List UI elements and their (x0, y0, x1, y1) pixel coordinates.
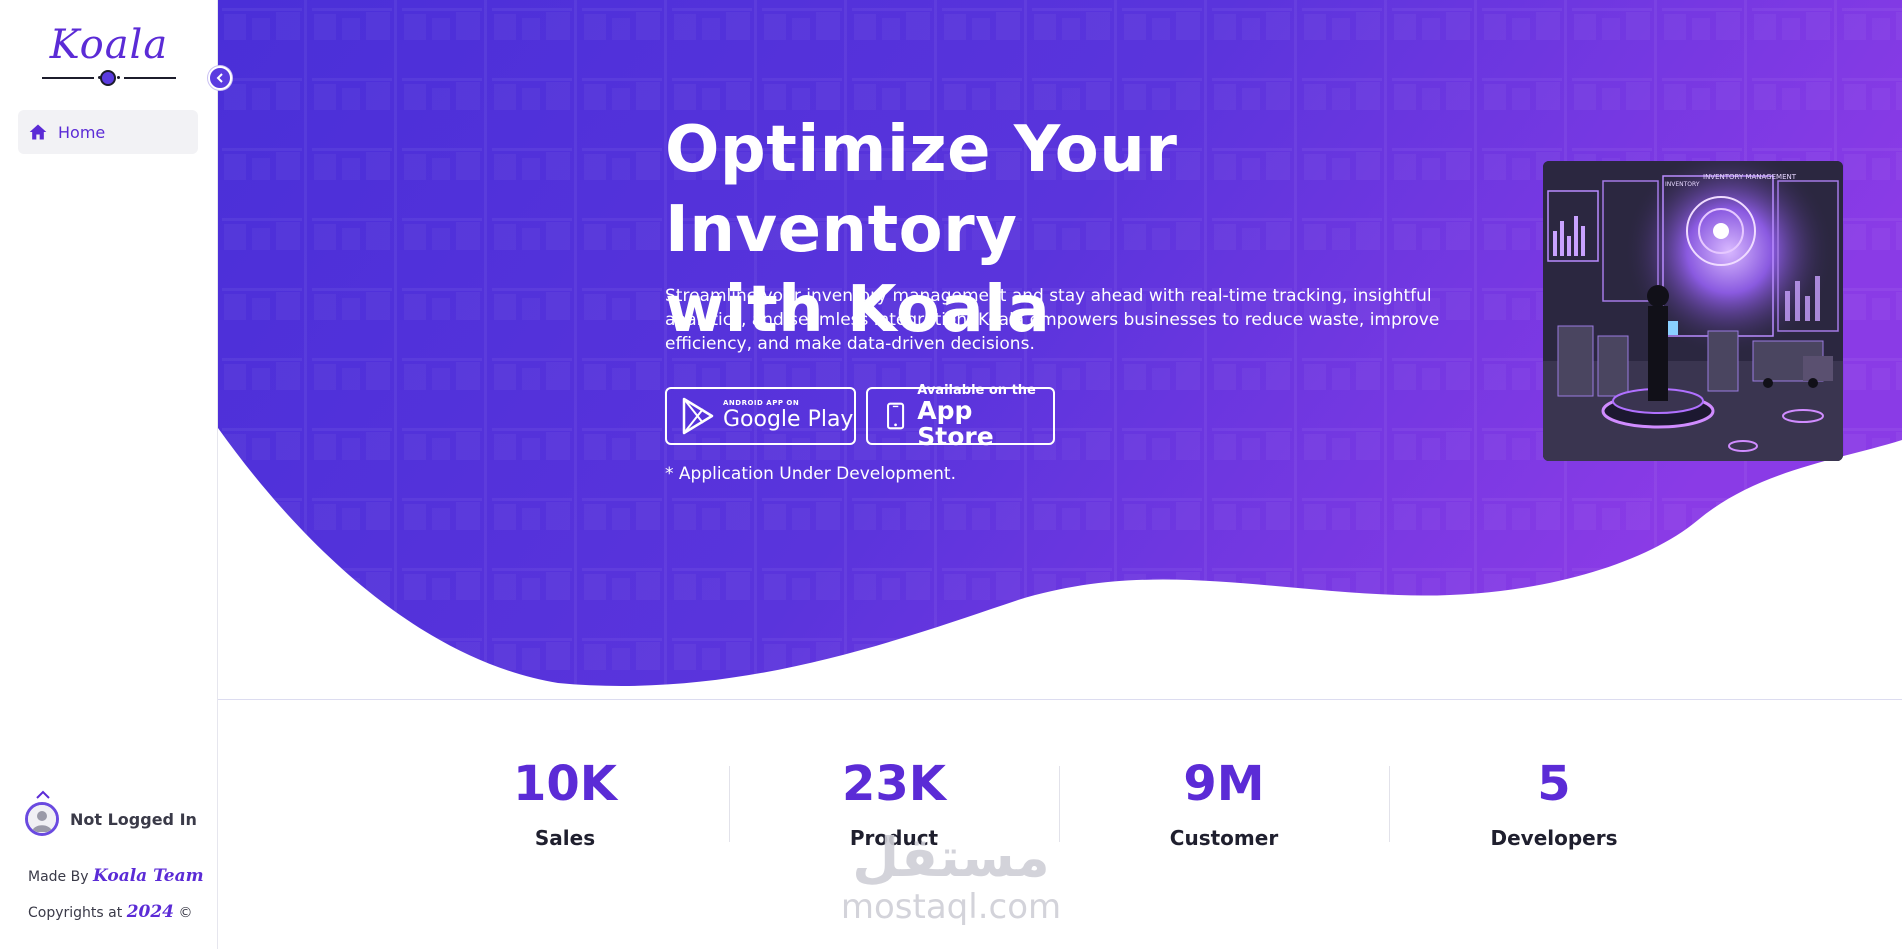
stat-customer: 9M Customer (1059, 752, 1389, 850)
team-name: Koala Team (92, 866, 204, 886)
sidebar: Koala Home Not Logged In Made By Koala T… (0, 0, 218, 949)
copyright: Copyrights at 2024 © (28, 902, 192, 922)
sidebar-item-label: Home (58, 122, 106, 142)
logo-tick (117, 76, 120, 79)
login-status: Not Logged In (70, 810, 197, 829)
chevron-left-icon (216, 73, 223, 83)
user-icon (28, 805, 56, 833)
inventory-illustration: INVENTORY INVENTORY MANAGEMENT (1543, 161, 1843, 461)
made-by: Made By Koala Team (28, 866, 204, 886)
google-play-icon (682, 397, 714, 435)
stat-label: Customer (1169, 826, 1279, 850)
chevron-up-icon[interactable] (35, 790, 51, 800)
stat-value: 23K (842, 756, 946, 812)
google-play-button[interactable]: ANDROID APP ON Google Play (665, 387, 856, 445)
mostaql-watermark: مستقل mostaql.com (836, 826, 1066, 927)
copyright-prefix: Copyrights at (28, 905, 123, 921)
collapse-sidebar-button[interactable] (208, 66, 232, 90)
google-play-small-text: ANDROID APP ON (723, 399, 800, 407)
copyright-year: 2024 (126, 902, 175, 922)
illustration-caption-1: INVENTORY (1665, 181, 1700, 188)
user-menu[interactable]: Not Logged In (24, 790, 204, 840)
stat-value: 10K (513, 756, 617, 812)
stat-sales: 10K Sales (400, 752, 730, 850)
stat-developers: 5 Developers (1389, 752, 1719, 850)
copyright-symbol: © (178, 905, 193, 921)
google-play-label: Google Play (723, 407, 854, 432)
section-divider (218, 699, 1902, 700)
stat-value: 9M (1183, 756, 1265, 812)
sidebar-item-home[interactable]: Home (18, 110, 198, 154)
logo-text: Koala (49, 22, 169, 68)
stat-label: Developers (1490, 826, 1618, 850)
logo-line-right (124, 77, 176, 79)
watermark-latin: mostaql.com (840, 887, 1062, 927)
smartphone-icon (887, 402, 905, 430)
koala-logo[interactable]: Koala (42, 22, 176, 92)
app-store-label: App Store (917, 395, 994, 451)
development-note: * Application Under Development. (665, 464, 957, 484)
watermark-arabic: مستقل (852, 826, 1050, 889)
stat-value: 5 (1537, 756, 1571, 812)
logo-dot (100, 70, 116, 86)
made-by-prefix: Made By (28, 869, 89, 885)
stat-label: Sales (534, 826, 596, 850)
logo-line-left (42, 77, 94, 79)
hero-title-line-1: Optimize Your Inventory (665, 113, 1178, 267)
home-icon (29, 124, 47, 140)
avatar (25, 802, 59, 836)
app-store-button[interactable]: Available on the App Store (866, 383, 1055, 449)
hero-section: Optimize Your Inventory with Koala Strea… (218, 0, 1902, 700)
hero-description: Streamline your inventory management and… (665, 286, 1440, 354)
illustration-caption-2: INVENTORY MANAGEMENT (1703, 173, 1797, 181)
